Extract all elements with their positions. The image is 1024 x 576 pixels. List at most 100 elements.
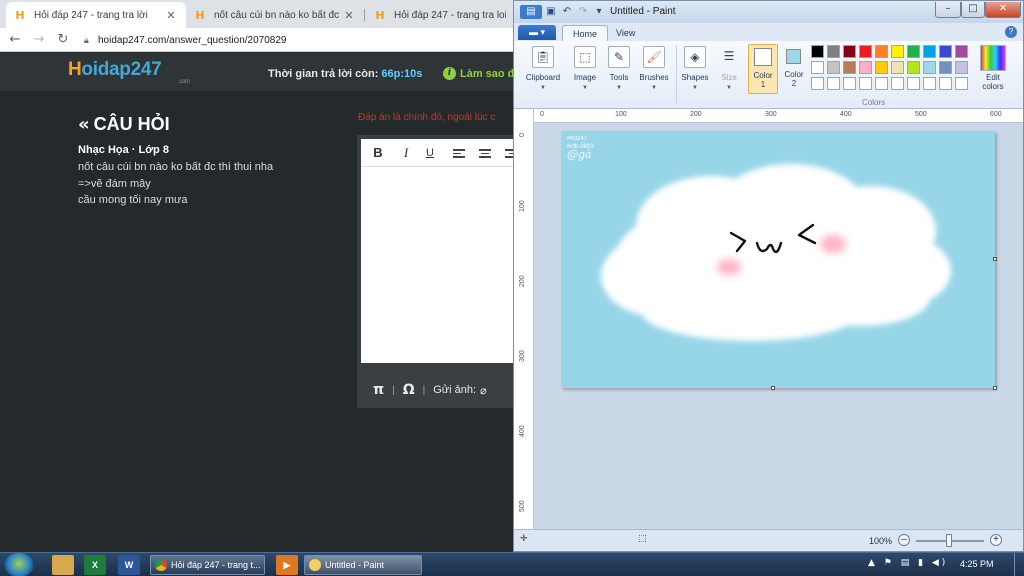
palette-swatch[interactable] [923, 61, 936, 74]
math-pi-button[interactable]: π [373, 382, 384, 398]
palette-swatch[interactable] [859, 45, 872, 58]
tab-question[interactable]: H nốt câu cúi bn nào ko bất đc thì t ✕ [186, 2, 364, 28]
palette-swatch[interactable] [811, 61, 824, 74]
url-input[interactable]: 🔒︎ hoidap247.com/answer_question/2070829 [84, 31, 514, 49]
start-button[interactable] [4, 553, 34, 576]
zoom-level: 100% [869, 536, 893, 546]
minimize-button[interactable]: – [935, 2, 961, 18]
zoom-in-button[interactable]: + [990, 534, 1002, 546]
omega-symbol-button[interactable]: Ω [403, 382, 415, 398]
palette-swatch[interactable] [843, 61, 856, 74]
site-logo[interactable]: Hoidap247 .com [68, 59, 190, 85]
media-player-icon[interactable]: ▶ [276, 555, 298, 575]
tab-home[interactable]: Home [562, 25, 609, 41]
palette-swatch[interactable] [891, 61, 904, 74]
tab-hoidap-2[interactable]: H Hỏi đáp 247 - trang tra loi [366, 2, 514, 28]
back-arrow-icon[interactable]: ← [6, 31, 24, 49]
close-tab-icon[interactable]: ✕ [164, 9, 178, 22]
pencil-icon: ✎ [608, 46, 630, 68]
taskbar-clock[interactable]: 4:25 PM [960, 559, 994, 569]
brushes-group[interactable]: 🖌︎ Brushes ▼ [634, 43, 674, 105]
paint-icon [309, 559, 321, 571]
zoom-out-button[interactable]: – [898, 534, 910, 546]
file-explorer-icon[interactable] [52, 555, 74, 575]
reload-icon[interactable]: ↻ [54, 31, 72, 49]
palette-swatch[interactable] [875, 61, 888, 74]
custom-color-slot[interactable] [843, 77, 856, 90]
close-button[interactable]: ✕ [985, 2, 1021, 18]
answer-textarea[interactable] [361, 167, 517, 363]
maximize-button[interactable]: □ [961, 2, 985, 18]
palette-swatch[interactable] [955, 61, 968, 74]
custom-color-slot[interactable] [907, 77, 920, 90]
excel-icon[interactable]: X [84, 555, 106, 575]
custom-color-slot[interactable] [859, 77, 872, 90]
underline-button[interactable]: U [423, 147, 437, 159]
file-menu-button[interactable]: ▬ ▾ [518, 25, 556, 40]
show-desktop-button[interactable] [1014, 553, 1024, 576]
help-link[interactable]: i Làm sao đ [443, 67, 514, 80]
align-left-icon[interactable] [453, 149, 465, 160]
align-center-icon[interactable] [479, 149, 491, 160]
word-icon[interactable]: W [118, 555, 140, 575]
ribbon-tabs: ▬ ▾ Home View ? [514, 23, 1023, 41]
zoom-slider-thumb[interactable] [946, 534, 952, 547]
custom-color-slot[interactable] [891, 77, 904, 90]
paint-menu-icon[interactable]: ▤ [520, 5, 542, 19]
drawing-canvas[interactable]: #hd247 #ctb-0803 @gà [561, 131, 997, 390]
customize-toolbar-icon[interactable]: ▾ [592, 5, 606, 19]
system-tray-icons[interactable]: ▲ ⚑ ▤ ▮ ◀) [868, 558, 948, 568]
resize-handle[interactable] [771, 386, 775, 390]
tab-title: nốt câu cúi bn nào ko bất đc thì t [214, 9, 342, 21]
close-tab-icon[interactable]: ✕ [342, 9, 356, 22]
palette-swatch[interactable] [907, 45, 920, 58]
help-icon[interactable]: ? [1005, 26, 1017, 38]
custom-color-slot[interactable] [811, 77, 824, 90]
info-icon: i [443, 67, 456, 80]
palette-swatch[interactable] [891, 45, 904, 58]
shapes-group[interactable]: ◈ Shapes ▼ [676, 43, 714, 105]
palette-swatch[interactable] [923, 45, 936, 58]
hoidap-favicon-icon: H [195, 8, 205, 22]
color1-button[interactable]: Color 1 [748, 44, 778, 94]
redo-icon[interactable]: ↷ [576, 5, 590, 19]
attach-icon[interactable]: ⌀ [480, 384, 487, 397]
tools-group[interactable]: ✎ Tools ▼ [602, 43, 636, 105]
custom-color-slot[interactable] [955, 77, 968, 90]
vertical-ruler: 0 100 200 300 400 500 [514, 109, 534, 529]
question-line: cầu mong tối nay mưa [78, 194, 188, 206]
tab-view[interactable]: View [606, 25, 645, 41]
palette-swatch[interactable] [843, 45, 856, 58]
custom-color-slot[interactable] [923, 77, 936, 90]
color2-button[interactable]: Color 2 [780, 44, 808, 94]
palette-swatch[interactable] [859, 61, 872, 74]
custom-color-slot[interactable] [827, 77, 840, 90]
custom-color-slot[interactable] [875, 77, 888, 90]
palette-swatch[interactable] [939, 61, 952, 74]
palette-swatch[interactable] [811, 45, 824, 58]
ruler-tick-label: 200 [519, 275, 526, 287]
edit-colors-icon[interactable] [980, 45, 1006, 71]
taskbar-paint-button[interactable]: Untitled - Paint [304, 555, 422, 575]
image-group[interactable]: ⬚ Image ▼ [568, 43, 602, 105]
custom-color-slot[interactable] [939, 77, 952, 90]
palette-swatch[interactable] [955, 45, 968, 58]
hoidap-favicon-icon: H [15, 8, 25, 22]
bold-button[interactable]: B [371, 145, 385, 160]
shapes-icon: ◈ [684, 46, 706, 68]
tab-hoidap-answer[interactable]: H Hỏi đáp 247 - trang tra lời ✕ [6, 2, 186, 28]
undo-icon[interactable]: ↶ [560, 5, 574, 19]
save-icon[interactable]: ▣ [544, 5, 558, 19]
palette-swatch[interactable] [907, 61, 920, 74]
italic-button[interactable]: I [399, 145, 413, 161]
palette-swatch[interactable] [875, 45, 888, 58]
palette-swatch[interactable] [827, 61, 840, 74]
clipboard-group[interactable]: 📋︎ Clipboard ▼ [518, 43, 568, 105]
resize-handle[interactable] [993, 257, 997, 261]
forward-arrow-icon[interactable]: → [30, 31, 48, 49]
resize-handle[interactable] [993, 386, 997, 390]
palette-swatch[interactable] [939, 45, 952, 58]
taskbar-chrome-button[interactable]: Hỏi đáp 247 - trang t... [150, 555, 265, 575]
size-group[interactable]: ☰ Size ▼ [712, 43, 746, 105]
palette-swatch[interactable] [827, 45, 840, 58]
